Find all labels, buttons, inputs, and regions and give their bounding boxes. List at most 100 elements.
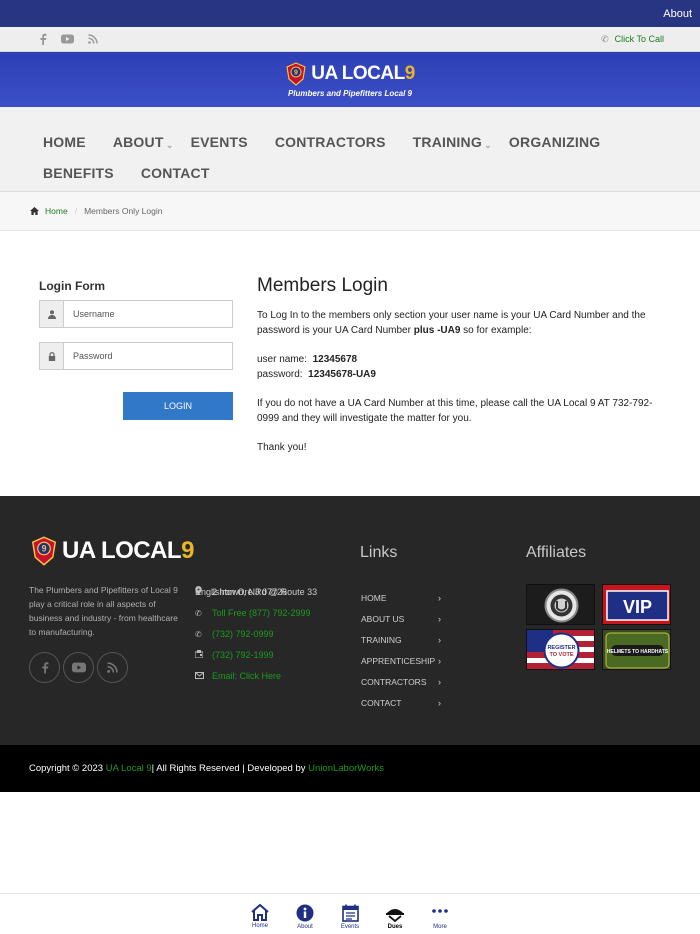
- breadcrumb: Home / Members Only Login: [0, 192, 700, 231]
- nav-contractors[interactable]: CONTRACTORS: [275, 134, 386, 150]
- footer-links: HOME › ABOUT US › TRAINING › APPRENTICESHIP…: [361, 587, 441, 713]
- footer-fax[interactable]: (732) 792-1999: [194, 649, 317, 662]
- info-icon: [296, 904, 314, 922]
- bottom-nav-label: About: [297, 924, 313, 930]
- footer-email[interactable]: Email: Click Here: [195, 670, 317, 683]
- bottom-nav-label: Events: [340, 924, 360, 930]
- youtube-icon[interactable]: [61, 33, 74, 46]
- toll-free-link: Toll Free (877) 792-2999: [212, 608, 311, 618]
- vip-logo-text: VIP: [623, 597, 652, 617]
- footer-link-contractors[interactable]: CONTRACTORS ›: [361, 671, 441, 692]
- footer-social-icons: [29, 652, 128, 683]
- example-password-label: password:: [257, 369, 303, 380]
- footer-link-label: ABOUT US: [361, 613, 405, 624]
- facebook-icon[interactable]: [36, 33, 49, 46]
- nav-about[interactable]: ABOUT ⌄: [112, 133, 174, 150]
- phone-icon: ✆: [195, 609, 202, 618]
- more-icon: [432, 909, 448, 913]
- footer-link-apprenticeship[interactable]: APPRENTICESHIP ›: [361, 650, 441, 671]
- logo-nine-text: 9: [404, 62, 416, 84]
- footer-link-training[interactable]: TRAINING ›: [361, 629, 441, 650]
- login-button[interactable]: LOGIN: [123, 392, 233, 420]
- bottom-nav-label: Dues: [387, 924, 403, 930]
- copyright-org-link[interactable]: UA Local 9: [106, 763, 152, 774]
- footer-logo[interactable]: 9 UA LOCAL9: [30, 536, 194, 566]
- footer-toll-free[interactable]: ✆ Toll Free (877) 792-2999: [195, 607, 317, 620]
- intro-bold: plus -UA9: [413, 325, 461, 336]
- fax-link: (732) 792-1999: [212, 650, 274, 660]
- affiliate-helmets-to-hardhats[interactable]: HELMETS TO HARDHATS: [602, 629, 671, 670]
- nav-benefits[interactable]: BENEFITS: [43, 165, 114, 181]
- site-logo[interactable]: 9 UA LOCAL9: [285, 61, 416, 86]
- page-title: Members Login: [257, 275, 388, 296]
- copyright-bar: Copyright © 2023 UA Local 9 | All Rights…: [0, 745, 700, 792]
- login-form-title: Login Form: [39, 279, 105, 293]
- footer-link-label: CONTRACTORS: [361, 676, 427, 687]
- facebook-icon[interactable]: [29, 652, 60, 683]
- footer-contact: 2 Iron Ore Rd @ Route 33 Englishtown, NJ…: [194, 586, 317, 691]
- footer-affiliates-title: Affiliates: [526, 544, 587, 561]
- login-instructions: To Log In to the members only section yo…: [257, 308, 667, 338]
- bottom-nav-about[interactable]: About: [283, 894, 328, 934]
- username-input[interactable]: [64, 301, 232, 327]
- footer-link-about-us[interactable]: ABOUT US ›: [361, 608, 441, 629]
- phone-link: (732) 792-0999: [212, 629, 274, 639]
- nav-organizing[interactable]: ORGANIZING: [509, 134, 600, 150]
- chevron-right-icon: ›: [438, 655, 441, 666]
- affiliate-vip[interactable]: VIP: [602, 584, 671, 625]
- password-input[interactable]: [64, 343, 232, 369]
- bottom-nav-more[interactable]: More: [418, 894, 463, 934]
- ua-emblem-icon: 9: [31, 536, 57, 566]
- click-to-call[interactable]: ✆ Click To Call: [601, 34, 664, 45]
- svg-text:REGISTER: REGISTER: [547, 645, 575, 651]
- rss-icon[interactable]: [86, 33, 99, 46]
- calendar-icon: [341, 904, 359, 922]
- intro-tail: so for example:: [460, 325, 532, 336]
- youtube-icon[interactable]: [63, 652, 94, 683]
- affiliate-ua-seal[interactable]: [526, 584, 595, 625]
- breadcrumb-home-link[interactable]: Home: [45, 206, 68, 216]
- example-username-value: 12345678: [312, 354, 358, 365]
- breadcrumb-separator: /: [74, 206, 78, 216]
- about-link[interactable]: About: [663, 8, 692, 20]
- chevron-right-icon: ›: [438, 676, 441, 687]
- chevron-right-icon: ›: [438, 634, 441, 645]
- envelope-icon: [195, 670, 204, 683]
- nav-home[interactable]: HOME: [43, 134, 86, 150]
- nav-training[interactable]: TRAINING ⌄: [413, 134, 492, 150]
- dues-icon: [386, 909, 404, 922]
- username-field: [39, 300, 233, 328]
- bottom-nav-events[interactable]: Events: [328, 894, 373, 934]
- copyright-prefix: Copyright © 2023: [29, 763, 104, 774]
- nav-contact[interactable]: CONTACT: [141, 165, 210, 181]
- affiliate-register-to-vote[interactable]: REGISTER TO VOTE: [526, 629, 595, 670]
- footer-link-home[interactable]: HOME ›: [361, 587, 441, 608]
- nav-about-label: ABOUT: [112, 133, 164, 150]
- tagline: Plumbers and Pipefitters Local 9: [287, 88, 413, 98]
- svg-text:9: 9: [42, 544, 47, 554]
- footer-logo-wordmark: UA LOCAL9: [62, 537, 194, 565]
- bottom-nav-home[interactable]: Home: [238, 894, 283, 934]
- developer-link[interactable]: UnionLaborWorks: [308, 763, 384, 774]
- footer-link-contact[interactable]: CONTACT ›: [361, 692, 441, 713]
- footer-link-label: TRAINING: [361, 634, 402, 645]
- footer: 9 UA LOCAL9 The Plumbers and Pipefitters…: [0, 496, 700, 745]
- fax-icon: [194, 649, 204, 662]
- bottom-nav-dues[interactable]: Dues: [373, 894, 418, 934]
- password-field: [39, 342, 233, 370]
- nav-events[interactable]: EVENTS: [191, 134, 248, 150]
- chevron-right-icon: ›: [438, 697, 441, 708]
- no-card-note: If you do not have a UA Card Number at t…: [257, 398, 653, 424]
- footer-links-title: Links: [360, 544, 398, 561]
- bottom-nav-label: Home: [251, 923, 268, 929]
- svg-text:HELMETS TO HARDHATS: HELMETS TO HARDHATS: [607, 649, 669, 655]
- main-content: Login Form LOGIN Members Login To Log In…: [0, 231, 700, 496]
- copyright-middle: | All Rights Reserved | Developed by: [151, 763, 306, 774]
- email-link: Email: Click Here: [212, 671, 282, 681]
- example-password-value: 12345678-UA9: [308, 369, 376, 380]
- nav-row-2: BENEFITS CONTACT: [43, 157, 700, 188]
- rss-icon[interactable]: [97, 652, 128, 683]
- header-banner: 9 UA LOCAL9 Plumbers and Pipefitters Loc…: [0, 52, 700, 107]
- breadcrumb-current: Members Only Login: [84, 206, 163, 216]
- footer-phone[interactable]: ✆ (732) 792-0999: [195, 628, 317, 641]
